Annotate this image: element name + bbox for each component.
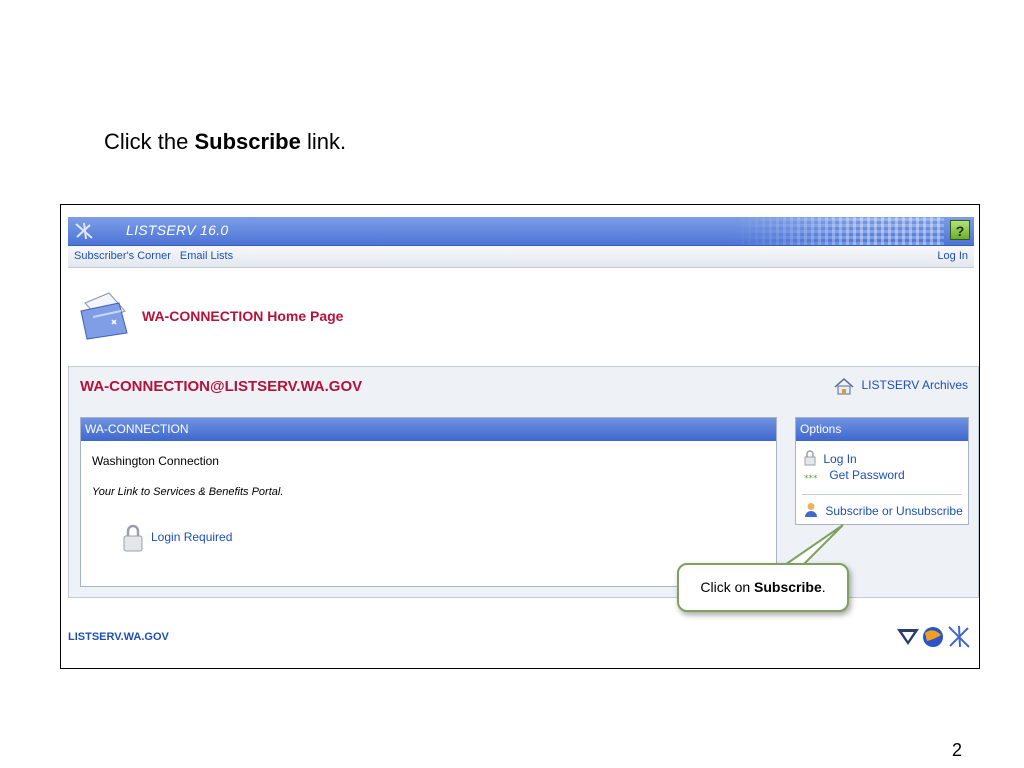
header-pattern: [734, 217, 944, 245]
lock-icon: [804, 450, 816, 466]
footer-logos: [897, 625, 970, 648]
options-divider: [802, 494, 962, 495]
subnav-bar: Subscriber's Corner Email Lists Log In: [68, 246, 974, 268]
listserv-mark-icon: [948, 625, 970, 648]
option-subscribe-label: Subscribe or Unsubscribe: [825, 504, 963, 518]
slide-number: 2: [951, 740, 962, 760]
nav-email-lists[interactable]: Email Lists: [180, 250, 233, 262]
callout-suffix: .: [821, 579, 826, 595]
callout-prefix: Click on: [700, 579, 751, 595]
archives-link[interactable]: LISTSERV Archives: [834, 377, 968, 395]
list-address: WA-CONNECTION@LISTSERV.WA.GOV: [80, 378, 363, 395]
envelope-folder-icon: [80, 292, 128, 340]
svg-text:***: ***: [804, 474, 818, 482]
lsoft-logo-icon: [897, 629, 919, 645]
lock-icon: [123, 524, 143, 552]
nav-login[interactable]: Log In: [937, 246, 968, 267]
page-title: WA-CONNECTION Home Page: [142, 308, 344, 324]
list-name: Washington Connection: [92, 454, 219, 468]
option-log-in[interactable]: Log In: [804, 450, 857, 469]
list-tagline: Your Link to Services & Benefits Portal.: [92, 486, 284, 498]
app-title: LISTSERV 16.0: [126, 222, 229, 238]
archives-label: LISTSERV Archives: [861, 378, 969, 393]
instruction-callout: Click on Subscribe.: [677, 563, 849, 612]
option-subscribe[interactable]: Subscribe or Unsubscribe: [804, 502, 963, 521]
password-stars-icon: ***: [804, 474, 818, 484]
globe-logo-icon: [923, 627, 943, 647]
instruction-prefix: Click the: [104, 129, 189, 154]
archives-icon: [834, 377, 854, 395]
listserv-logo-icon: [75, 222, 93, 240]
nav-subscribers-corner[interactable]: Subscriber's Corner: [74, 250, 171, 262]
login-required-link[interactable]: Login Required: [151, 530, 232, 544]
help-button[interactable]: ?: [950, 220, 970, 240]
option-get-password[interactable]: *** Get Password: [804, 468, 905, 485]
options-title: Options: [796, 418, 968, 441]
slide-instruction: Click the Subscribe link.: [104, 128, 346, 156]
user-icon: [805, 503, 817, 517]
login-required-row[interactable]: Login Required: [123, 524, 232, 552]
footer-host-link[interactable]: LISTSERV.WA.GOV: [68, 631, 169, 643]
callout-bold: Subscribe: [754, 579, 822, 595]
option-get-password-label: Get Password: [829, 468, 905, 482]
listserv-header: LISTSERV 16.0 ?: [68, 217, 974, 246]
option-log-in-label: Log In: [823, 452, 857, 466]
instruction-bold: Subscribe: [194, 129, 301, 154]
options-box: Options Log In *** Get Password Subscrib…: [795, 417, 969, 525]
screenshot-frame: LISTSERV 16.0 ? Subscriber's Corner Emai…: [60, 204, 980, 669]
list-box-title: WA-CONNECTION: [81, 418, 776, 441]
instruction-suffix: link.: [306, 129, 347, 154]
list-info-box: WA-CONNECTION Washington Connection Your…: [80, 417, 777, 587]
